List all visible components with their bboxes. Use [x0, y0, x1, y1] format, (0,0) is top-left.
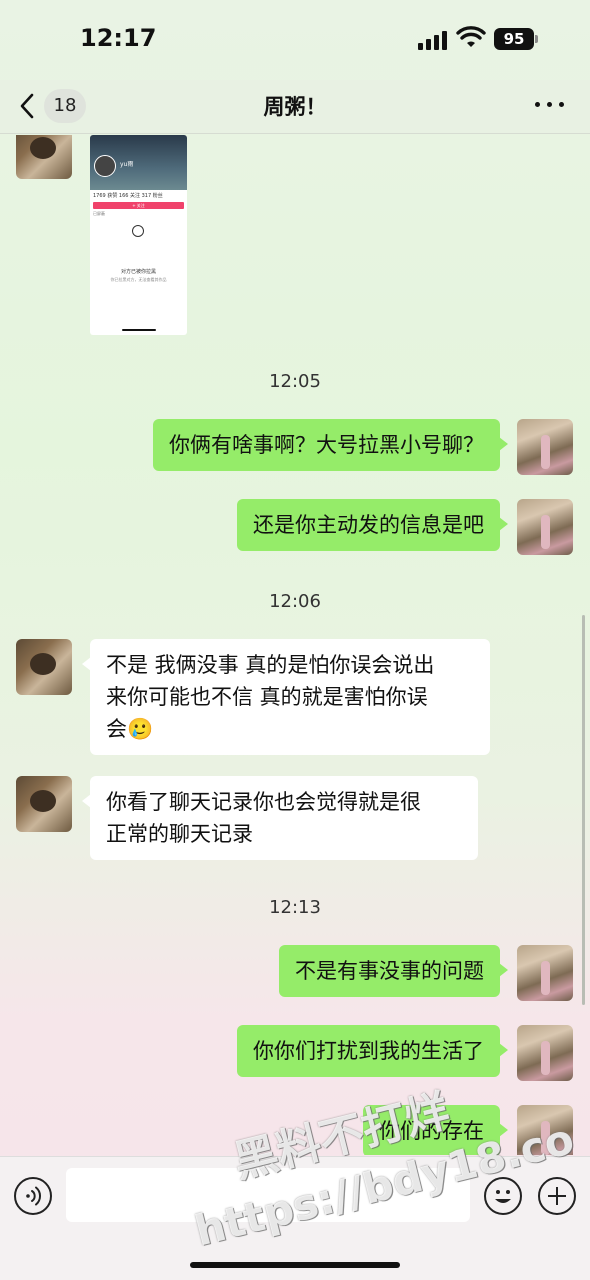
battery-level: 95 [494, 28, 534, 50]
chat-header: 18 周粥！ [0, 80, 590, 134]
timestamp: 12:13 [269, 897, 321, 918]
image-profile-stats: 1769 获赞 166 关注 317 粉丝 [93, 193, 163, 199]
user-avatar[interactable] [517, 419, 573, 475]
image-profile-avatar [94, 155, 116, 177]
scrollbar[interactable] [582, 615, 585, 1005]
smiley-icon [495, 1190, 511, 1203]
wifi-icon [456, 26, 486, 47]
image-profile-banner: yu雨 [90, 135, 187, 190]
message-input[interactable] [66, 1168, 470, 1222]
user-avatar[interactable] [517, 945, 573, 1001]
received-message[interactable]: 你看了聊天记录你也会觉得就是很 正常的聊天记录 [82, 776, 478, 860]
message-line: 会🥲 [106, 717, 154, 741]
status-time: 12:17 [80, 24, 157, 52]
more-options-button[interactable] [535, 94, 569, 114]
cellular-signal-icon [418, 30, 448, 50]
user-avatar[interactable] [517, 1025, 573, 1081]
sent-message[interactable]: 你们的存在 [363, 1105, 508, 1155]
message-line: 来你可能也不信 真的就是害怕你误 [106, 685, 428, 709]
message-line: 不是 我俩没事 真的是怕你误会说出 [106, 653, 435, 677]
blocked-icon [132, 225, 144, 237]
image-blocked-title: 对方已被你拉黑 [120, 269, 156, 275]
message-line: 你看了聊天记录你也会觉得就是很 [106, 790, 421, 814]
contact-avatar[interactable] [16, 639, 72, 695]
contact-avatar[interactable] [16, 776, 72, 832]
sent-message[interactable]: 还是你主动发的信息是吧 [237, 499, 508, 551]
chevron-left-icon [20, 93, 34, 119]
image-follow-button: + 关注 [93, 202, 184, 209]
sent-message[interactable]: 你俩有啥事啊？大号拉黑小号聊？ [153, 419, 508, 471]
image-profile-name: yu雨 [120, 161, 134, 168]
chat-title: 周粥！ [263, 95, 327, 119]
message-line: 正常的聊天记录 [106, 822, 253, 846]
image-blocked-subtitle: 你已拉黑对方，无法查看其作品 [110, 277, 167, 282]
image-message[interactable]: yu雨 1769 获赞 166 关注 317 粉丝 + 关注 已屏蔽 对方已被你… [90, 135, 187, 335]
sent-message[interactable]: 不是有事没事的问题 [279, 945, 508, 997]
voice-icon [26, 1186, 42, 1206]
received-message[interactable]: 不是 我俩没事 真的是怕你误会说出 来你可能也不信 真的就是害怕你误 会🥲 [82, 639, 490, 755]
contact-avatar[interactable] [16, 135, 72, 179]
sent-message[interactable]: 你你们打扰到我的生活了 [237, 1025, 508, 1077]
voice-input-button[interactable] [14, 1177, 52, 1215]
unread-count-badge: 18 [44, 89, 86, 123]
back-button[interactable]: 18 [18, 88, 88, 124]
more-actions-button[interactable] [538, 1177, 576, 1215]
emoji-button[interactable] [484, 1177, 522, 1215]
message-list[interactable]: yu雨 1769 获赞 166 关注 317 粉丝 + 关注 已屏蔽 对方已被你… [0, 135, 590, 1155]
timestamp: 12:05 [269, 371, 321, 392]
user-avatar[interactable] [517, 1105, 573, 1155]
image-home-bar [122, 329, 156, 331]
user-avatar[interactable] [517, 499, 573, 555]
home-indicator[interactable] [190, 1262, 400, 1268]
image-small-text: 已屏蔽 [93, 211, 105, 216]
battery-cap-icon [535, 35, 538, 43]
timestamp: 12:06 [269, 591, 321, 612]
status-bar: 12:17 95 [0, 0, 590, 80]
